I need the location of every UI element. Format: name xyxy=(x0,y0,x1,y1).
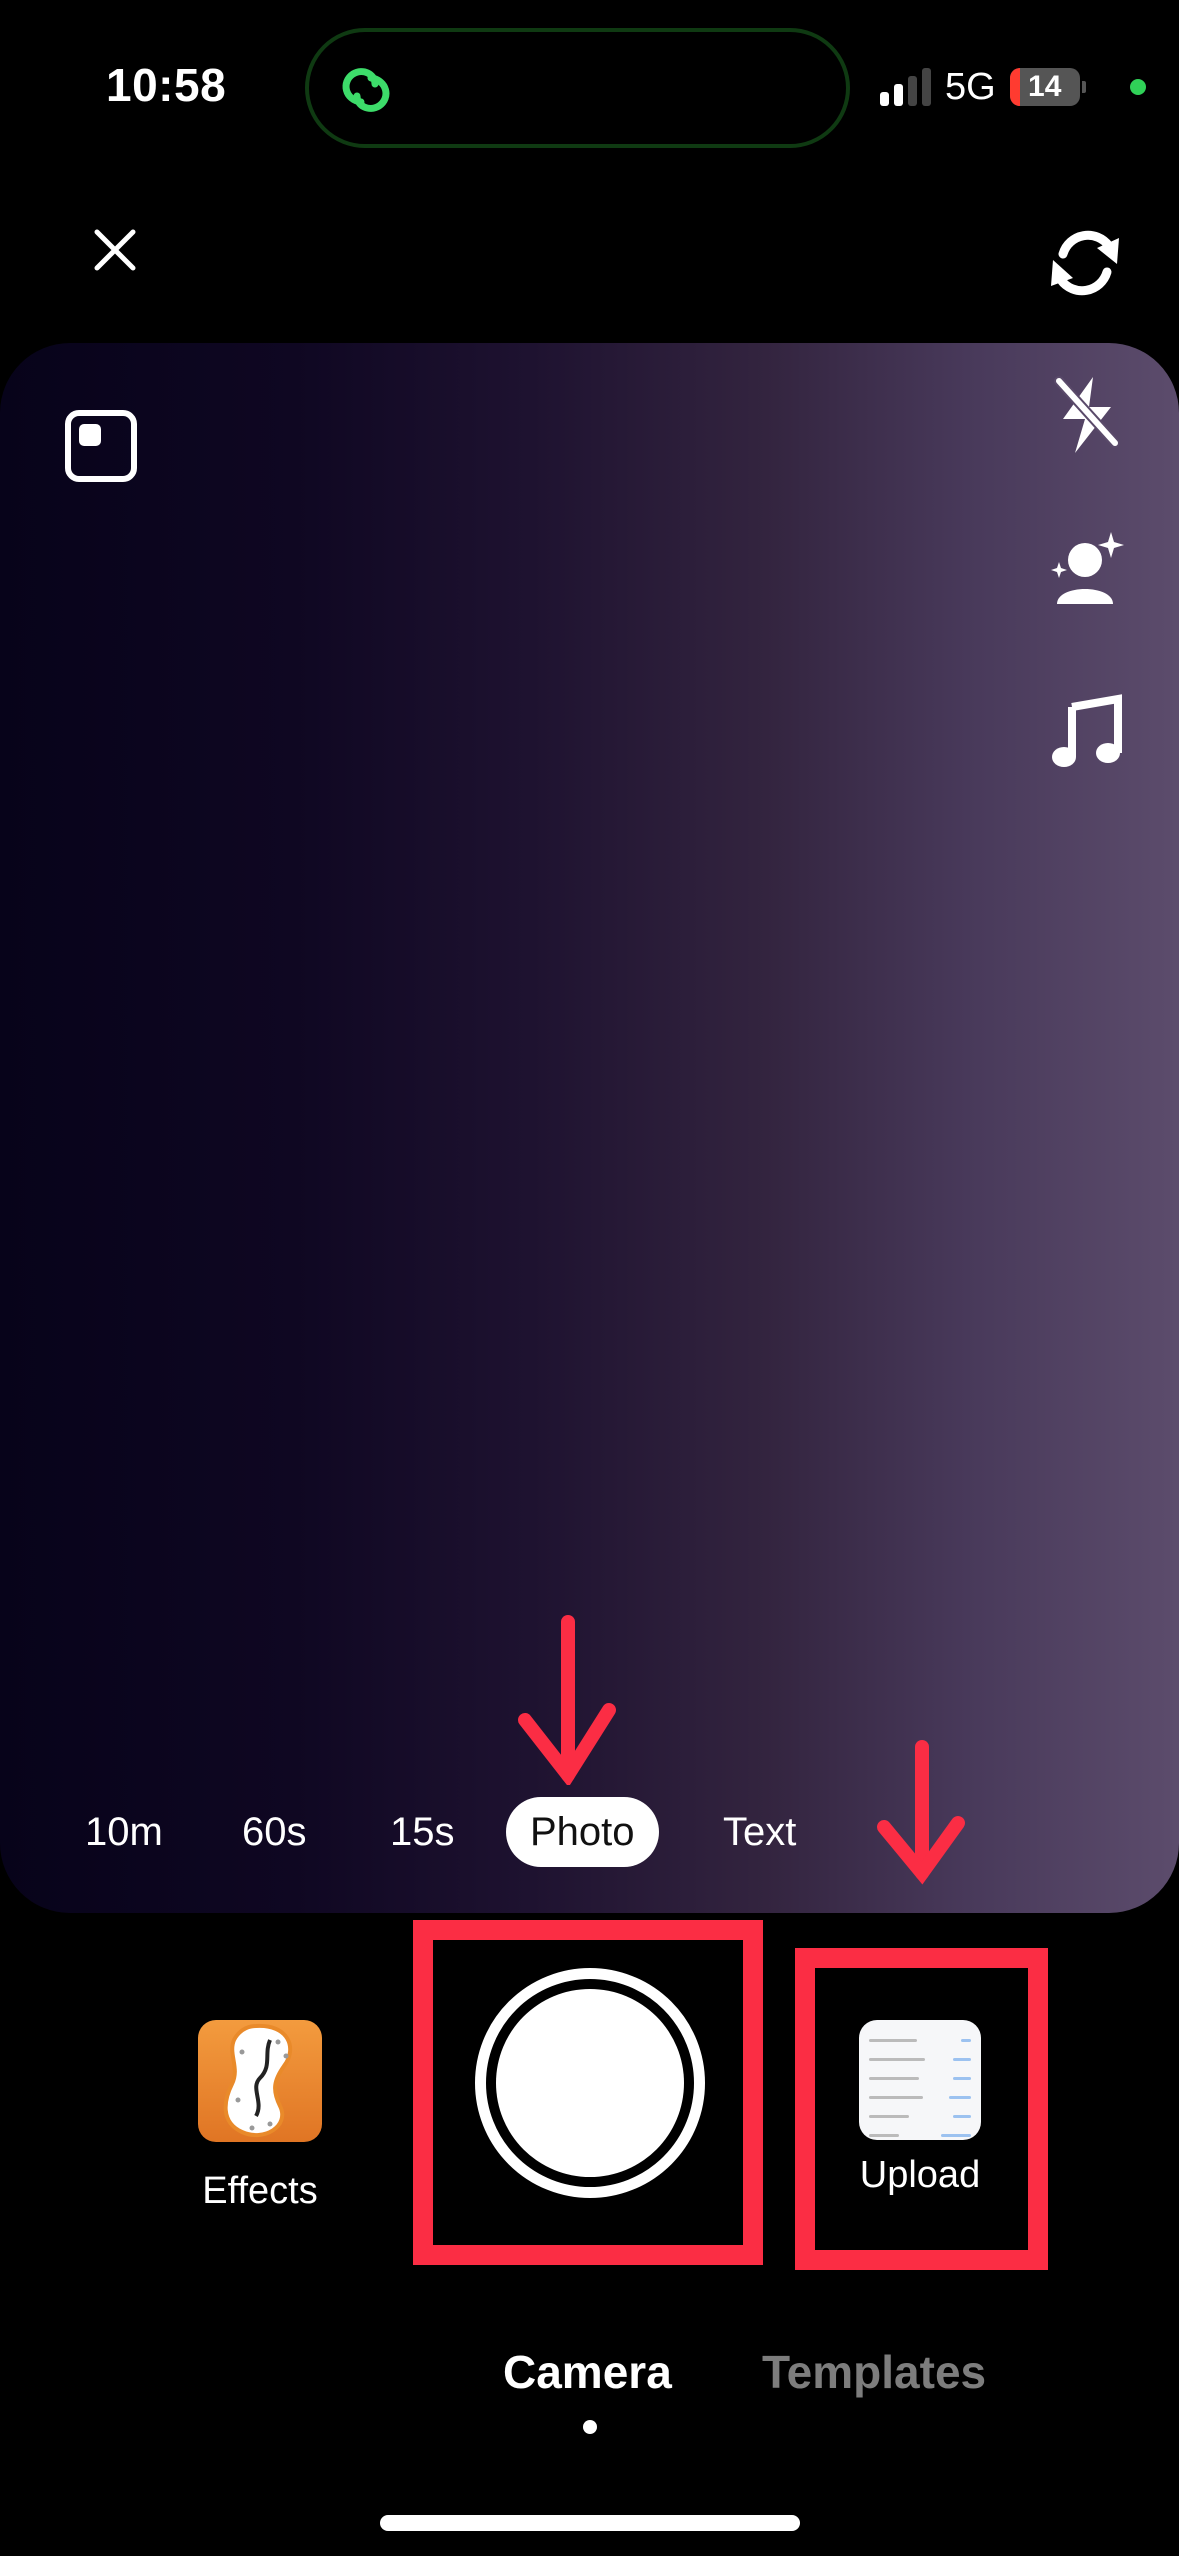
upload-thumbnail xyxy=(859,2020,981,2140)
sounds-button[interactable] xyxy=(1045,688,1130,773)
home-indicator[interactable] xyxy=(380,2515,800,2531)
flash-toggle-button[interactable] xyxy=(1045,373,1130,458)
beauty-button[interactable] xyxy=(1045,528,1130,613)
mode-10m[interactable]: 10m xyxy=(85,1797,163,1867)
tab-templates[interactable]: Templates xyxy=(762,2345,986,2399)
capture-mode-selector: 10m 60s 15s Photo Text xyxy=(0,1789,1179,1869)
melting-clock-icon xyxy=(223,2023,293,2138)
upload-button[interactable]: Upload xyxy=(845,2020,995,2197)
battery-percent: 14 xyxy=(1028,70,1062,103)
battery-tip xyxy=(1081,81,1086,93)
camera-in-use-indicator xyxy=(1129,79,1146,95)
close-icon xyxy=(94,229,136,271)
mode-60s[interactable]: 60s xyxy=(242,1797,307,1867)
effects-thumbnail xyxy=(198,2020,322,2142)
battery-level-fill xyxy=(1009,68,1020,106)
network-type: 5G xyxy=(945,65,996,108)
battery-icon: 14 xyxy=(1009,68,1080,106)
flip-camera-button[interactable] xyxy=(1035,220,1135,305)
shutter-button[interactable] xyxy=(475,1968,705,2198)
signal-strength-icon xyxy=(880,68,931,106)
music-note-icon xyxy=(1051,693,1122,767)
shutter-icon xyxy=(496,1989,684,2177)
tab-camera[interactable]: Camera xyxy=(503,2345,672,2399)
effects-button[interactable]: Effects xyxy=(195,2020,325,2213)
active-tab-indicator xyxy=(583,2420,597,2434)
aspect-ratio-button[interactable] xyxy=(65,410,137,482)
mode-photo[interactable]: Photo xyxy=(506,1797,659,1867)
close-button[interactable] xyxy=(80,215,150,285)
dynamic-island[interactable] xyxy=(305,28,850,148)
link-icon xyxy=(342,68,390,112)
upload-label: Upload xyxy=(859,2154,981,2196)
person-sparkle-icon xyxy=(1051,532,1124,604)
status-indicators: 5G 14 xyxy=(880,62,1146,112)
flip-camera-icon xyxy=(1051,230,1119,296)
mode-text[interactable]: Text xyxy=(723,1797,796,1867)
camera-preview[interactable]: 10m 60s 15s Photo Text xyxy=(0,343,1179,1913)
flash-off-icon xyxy=(1053,376,1120,453)
mode-15s[interactable]: 15s xyxy=(390,1797,455,1867)
effects-label: Effects xyxy=(202,2170,318,2212)
aspect-ratio-icon xyxy=(79,424,101,446)
status-time: 10:58 xyxy=(106,59,227,111)
